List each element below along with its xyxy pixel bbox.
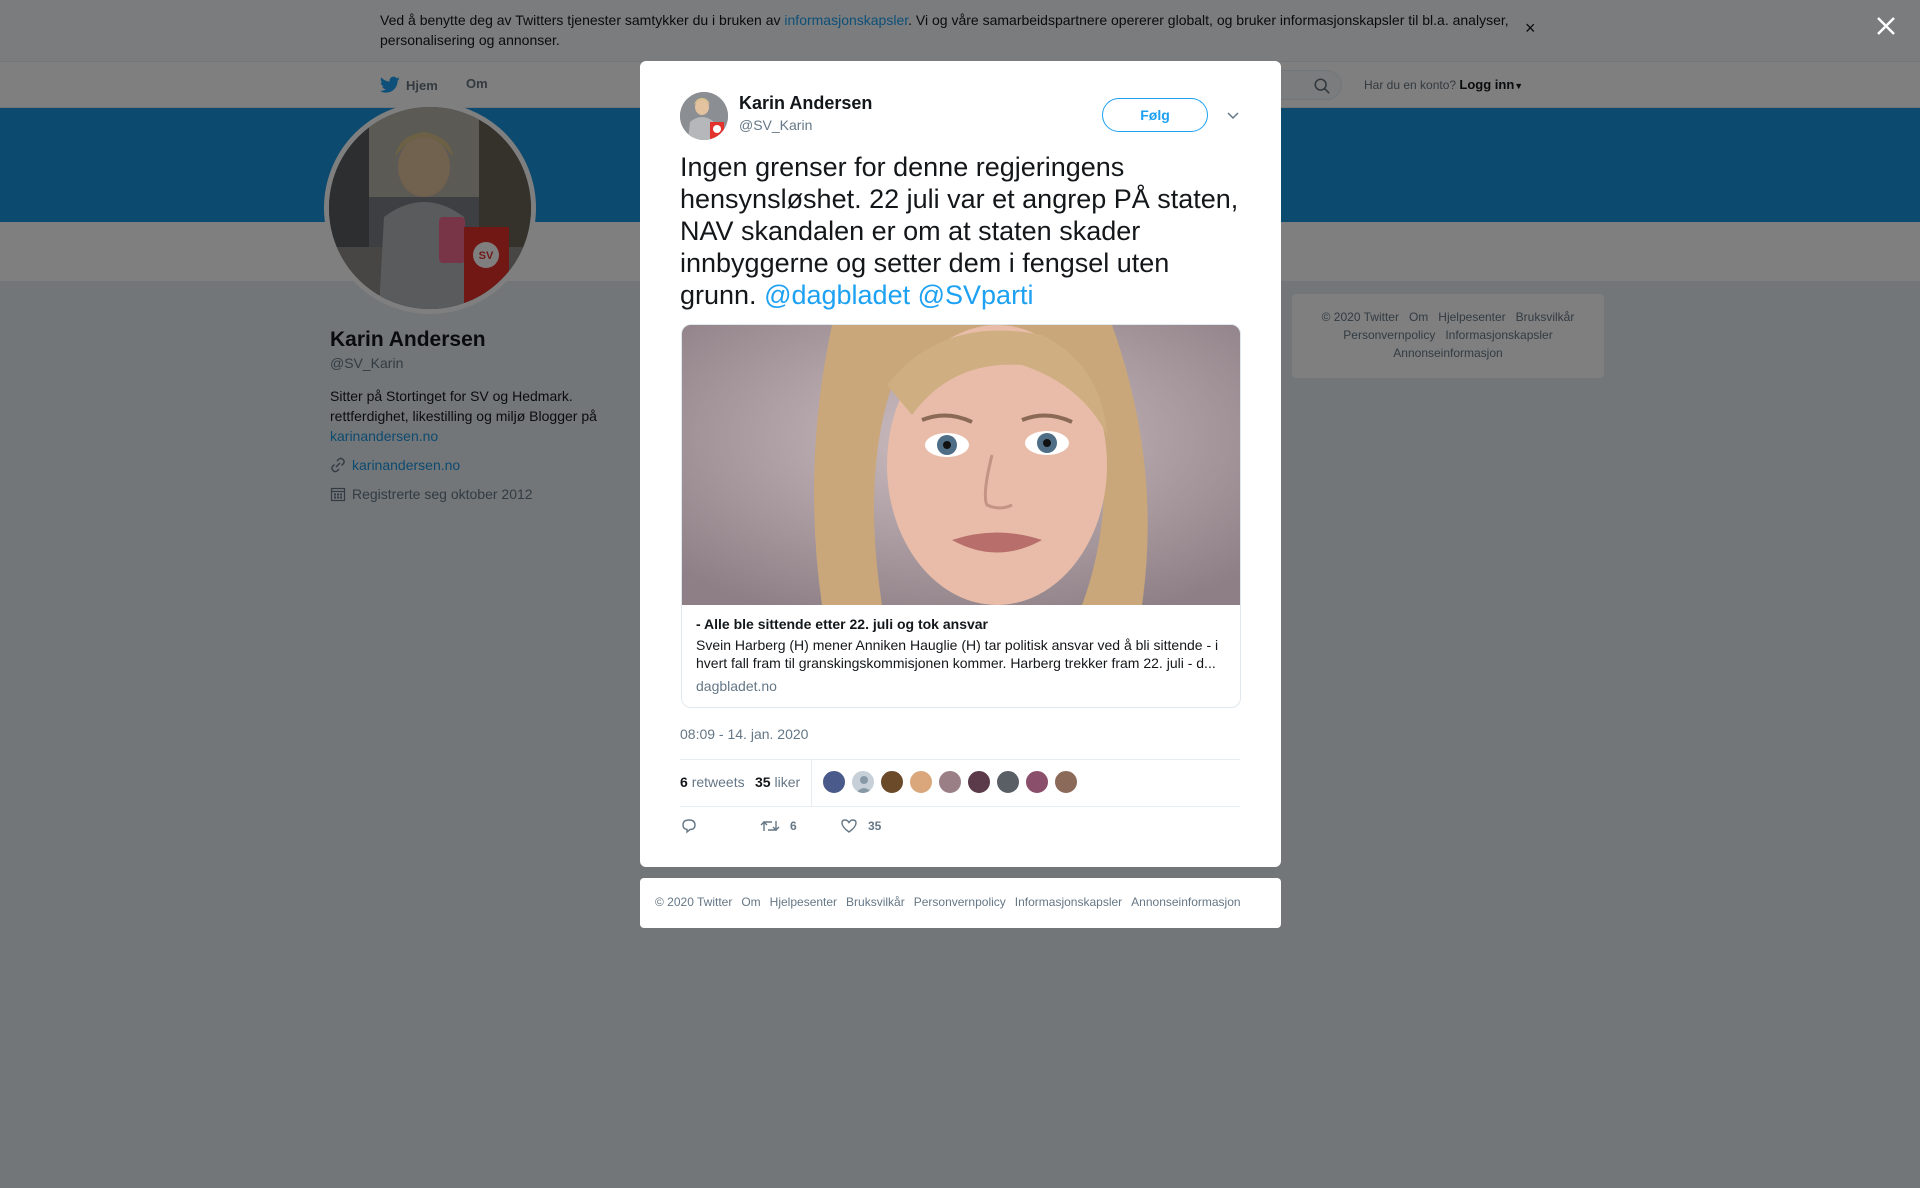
card-title: - Alle ble sittende etter 22. juli og to… — [696, 616, 989, 632]
default-avatar-icon — [856, 776, 872, 793]
modal-footer-privacy[interactable]: Personvernpolicy — [914, 895, 1006, 909]
like-count-value: 35 — [755, 774, 771, 790]
liker-avatar[interactable] — [1025, 770, 1049, 794]
card-description: Svein Harberg (H) mener Anniken Hauglie … — [696, 637, 1219, 671]
card-photo — [682, 325, 1240, 605]
retweet-icon — [760, 821, 780, 831]
mention-svparti[interactable]: @SVparti — [918, 280, 1034, 310]
tweet-timestamp[interactable]: 08:09 - 14. jan. 2020 — [680, 726, 808, 742]
card-domain: dagbladet.no — [696, 678, 777, 694]
liker-avatar[interactable] — [996, 770, 1020, 794]
tweet-actions: 6 35 — [680, 813, 1240, 843]
modal-footer-terms[interactable]: Bruksvilkår — [846, 895, 905, 909]
tweet-stats: 6 retweets 35 liker — [680, 759, 1240, 807]
liker-avatar[interactable] — [822, 770, 846, 794]
reply-button[interactable] — [680, 817, 698, 835]
like-button[interactable]: 35 — [840, 817, 881, 835]
retweet-count[interactable]: 6 retweets — [680, 774, 745, 790]
retweet-count-label: retweets — [691, 774, 745, 790]
liker-avatar[interactable] — [909, 770, 933, 794]
like-count[interactable]: 35 liker — [755, 774, 800, 790]
liker-avatar[interactable] — [938, 770, 962, 794]
retweet-count-value: 6 — [680, 774, 688, 790]
modal-footer-cookies[interactable]: Informasjonskapsler — [1015, 895, 1122, 909]
tweet-text: Ingen grenser for denne regjeringens hen… — [680, 151, 1240, 311]
modal-footer-help[interactable]: Hjelpesenter — [770, 895, 837, 909]
close-icon[interactable] — [1872, 12, 1900, 40]
mention-dagbladet[interactable]: @dagbladet — [764, 280, 910, 310]
link-card[interactable]: - Alle ble sittende etter 22. juli og to… — [681, 324, 1241, 708]
liker-avatar[interactable] — [851, 770, 875, 794]
reply-icon — [682, 819, 696, 834]
tweet-modal: Karin Andersen @SV_Karin Følg Ingen gren… — [640, 61, 1281, 867]
liker-avatar[interactable] — [1054, 770, 1078, 794]
liker-avatar[interactable] — [967, 770, 991, 794]
modal-footer-copyright: © 2020 Twitter — [655, 895, 733, 909]
chevron-down-icon[interactable] — [1226, 108, 1240, 122]
stats-divider — [811, 760, 812, 806]
like-action-count: 35 — [868, 819, 882, 833]
modal-footer-about[interactable]: Om — [741, 895, 760, 909]
retweet-button[interactable]: 6 — [760, 817, 797, 835]
liker-avatar[interactable] — [880, 770, 904, 794]
like-count-label: liker — [774, 774, 801, 790]
tweet-author-handle[interactable]: @SV_Karin — [739, 117, 812, 133]
card-image — [682, 325, 1240, 605]
modal-footer: © 2020 Twitter Om Hjelpesenter Bruksvilkår P… — [640, 878, 1281, 928]
heart-icon — [841, 819, 857, 833]
modal-footer-ads[interactable]: Annonseinformasjon — [1131, 895, 1240, 909]
author-photo — [680, 92, 728, 140]
tweet-author-name[interactable]: Karin Andersen — [739, 93, 872, 114]
tweet-author-avatar[interactable] — [680, 92, 728, 140]
retweet-action-count: 6 — [790, 819, 797, 833]
follow-button[interactable]: Følg — [1102, 98, 1208, 132]
